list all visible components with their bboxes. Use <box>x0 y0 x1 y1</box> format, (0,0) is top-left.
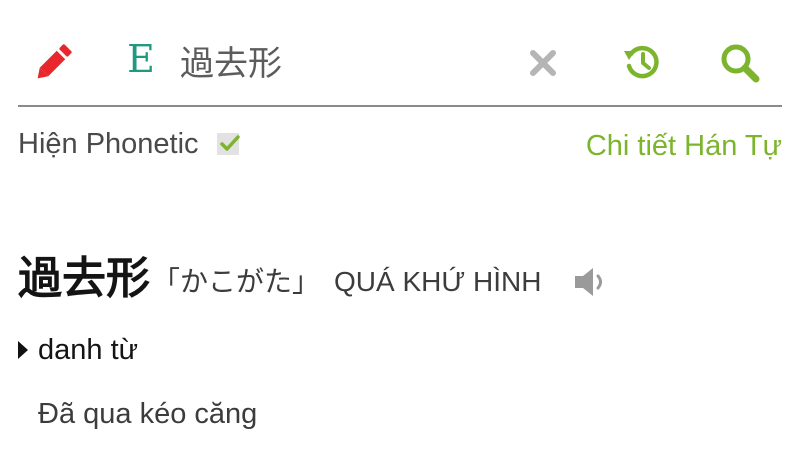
handwriting-button[interactable] <box>34 40 78 80</box>
entry-reading: 「かこがた」 <box>152 265 321 298</box>
phonetic-toggle-row: Hiện Phonetic <box>18 124 240 164</box>
speaker-icon <box>574 268 602 296</box>
dictionary-screen: E Hiện Phonetic <box>0 0 800 464</box>
search-icon <box>721 44 760 83</box>
phonetic-checkbox[interactable] <box>216 133 240 155</box>
entry-meaning: Đã qua kéo căng <box>38 398 258 430</box>
entry-han-viet: QUÁ KHỨ HÌNH <box>334 266 542 297</box>
pencil-icon <box>37 44 72 79</box>
checkmark-icon <box>219 135 240 151</box>
kanji-detail-link[interactable]: Chi tiết Hán Tự <box>586 130 782 163</box>
search-button[interactable] <box>716 40 764 86</box>
phonetic-label: Hiện Phonetic <box>18 127 199 160</box>
part-of-speech-row[interactable]: danh từ <box>18 330 138 370</box>
pronounce-button[interactable] <box>572 262 610 302</box>
entry-header: 過去形 「かこがた」 QUÁ KHỨ HÌNH <box>18 246 610 308</box>
history-icon <box>624 45 659 79</box>
close-icon <box>530 50 556 76</box>
part-of-speech-label: danh từ <box>38 333 139 366</box>
entry-word: 過去形 <box>18 253 150 304</box>
search-bar: E <box>0 0 800 108</box>
search-divider <box>18 105 782 107</box>
language-toggle-button[interactable]: E <box>120 34 162 84</box>
clear-button[interactable] <box>524 44 562 82</box>
triangle-right-icon <box>18 341 28 359</box>
history-button[interactable] <box>620 40 664 84</box>
search-input[interactable] <box>180 36 500 84</box>
